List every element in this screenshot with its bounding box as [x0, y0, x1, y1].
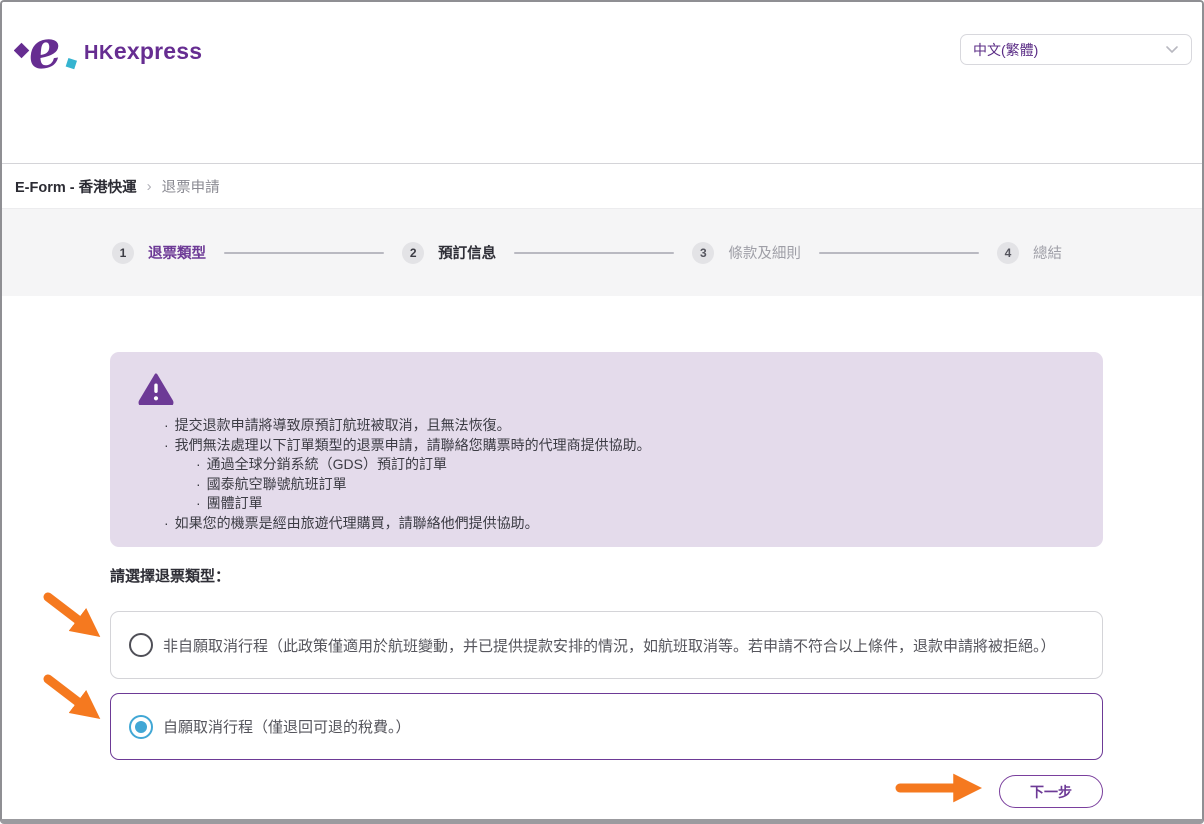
- bullet-icon: ·: [196, 456, 201, 472]
- page-frame: e HKexpress 中文(繁體) E-Form - 香港快運 › 退票申請: [0, 0, 1204, 824]
- step-connector: [224, 251, 385, 254]
- step-label: 退票類型: [148, 246, 206, 262]
- stepper-band: 1 退票類型 2 預訂信息 3 條款及細則 4 總結: [2, 208, 1202, 296]
- option-label: 自願取消行程（僅退回可退的稅費。）: [163, 719, 411, 736]
- warning-notice: · 提交退款申請將導致原預訂航班被取消，且無法恢復。 · 我們無法處理以下訂單類型的…: [110, 352, 1103, 547]
- hkexpress-logo[interactable]: e HK express: [13, 17, 202, 83]
- next-button[interactable]: 下一步: [999, 775, 1103, 808]
- bullet-icon: ·: [164, 417, 169, 433]
- language-selector-value: 中文(繁體): [973, 41, 1039, 58]
- brand-express: express: [113, 38, 203, 64]
- notice-item-text: 通過全球分銷系統（GDS）預訂的訂單: [206, 456, 448, 472]
- step-connector: [818, 251, 980, 254]
- notice-item-text: 團體訂單: [206, 495, 263, 511]
- bullet-icon: ·: [196, 475, 201, 492]
- radio-unselected-icon[interactable]: [129, 633, 153, 657]
- option-label: 非自願取消行程（此政策僅適用於航班變動，并已提供提款安排的情況，如航班取消等。若…: [163, 637, 1056, 655]
- svg-text:e: e: [24, 20, 65, 78]
- step-connector: [514, 251, 675, 254]
- chevron-down-icon: [1165, 41, 1179, 59]
- breadcrumb: E-Form - 香港快運 › 退票申請: [2, 164, 1202, 208]
- header: e HK express 中文(繁體): [2, 2, 1202, 163]
- brand-wordmark: HK express: [84, 38, 202, 65]
- breadcrumb-root[interactable]: E-Form - 香港快運: [15, 176, 137, 197]
- step-number: 1: [112, 241, 134, 264]
- notice-item-text: 國泰航空聯號航班訂單: [206, 475, 347, 492]
- notice-item: · 國泰航空聯號航班訂單: [196, 475, 1073, 495]
- step-label: 預訂信息: [438, 246, 497, 262]
- step-number: 3: [692, 241, 715, 264]
- notice-item: · 提交退款申請將導致原預訂航班被取消，且無法恢復。: [164, 416, 1073, 436]
- notice-item: · 通過全球分銷系統（GDS）預訂的訂單: [196, 455, 1073, 475]
- radio-selected-icon[interactable]: [129, 714, 153, 739]
- breadcrumb-current: 退票申請: [161, 179, 220, 196]
- brand-hk: HK: [84, 42, 114, 64]
- radio-option-voluntary[interactable]: 自願取消行程（僅退回可退的稅費。）: [110, 693, 1103, 760]
- notice-item: · 我們無法處理以下訂單類型的退票申請，請聯絡您購票時的代理商提供協助。: [164, 436, 1073, 456]
- main-content: · 提交退款申請將導致原預訂航班被取消，且無法恢復。 · 我們無法處理以下訂單類型的…: [2, 352, 1202, 808]
- bullet-icon: ·: [164, 436, 169, 453]
- step-label: 條款及細則: [728, 246, 801, 262]
- warning-triangle-icon: [138, 373, 174, 409]
- bullet-icon: ·: [164, 514, 169, 531]
- notice-item-text: 我們無法處理以下訂單類型的退票申請，請聯絡您購票時的代理商提供協助。: [174, 436, 651, 453]
- notice-item-text: 提交退款申請將導致原預訂航班被取消，且無法恢復。: [174, 417, 511, 433]
- notice-list: · 提交退款申請將導致原預訂航班被取消，且無法恢復。 · 我們無法處理以下訂單類型的…: [138, 416, 1073, 533]
- stepper: 1 退票類型 2 預訂信息 3 條款及細則 4 總結: [2, 209, 1202, 296]
- step-refund-type: 1 退票類型: [112, 241, 206, 264]
- step-booking-info: 2 預訂信息: [402, 241, 497, 264]
- step-number: 4: [997, 241, 1020, 264]
- radio-option-involuntary[interactable]: 非自願取消行程（此政策僅適用於航班變動，并已提供提款安排的情況，如航班取消等。若…: [110, 611, 1103, 679]
- notice-item: · 如果您的機票是經由旅遊代理購買，請聯絡他們提供協助。: [164, 514, 1073, 534]
- hkexpress-e-mark-icon: e: [13, 17, 82, 83]
- actions-row: 下一步: [110, 775, 1103, 808]
- bullet-icon: ·: [196, 495, 201, 511]
- notice-item-text: 如果您的機票是經由旅遊代理購買，請聯絡他們提供協助。: [174, 514, 539, 531]
- notice-item: · 團體訂單: [196, 494, 1073, 514]
- step-summary: 4 總結: [997, 241, 1063, 264]
- breadcrumb-separator-icon: ›: [146, 177, 152, 195]
- language-selector[interactable]: 中文(繁體): [960, 34, 1192, 65]
- step-terms: 3 條款及細則: [692, 241, 801, 264]
- step-label: 總結: [1033, 246, 1063, 262]
- refund-type-prompt: 請選擇退票類型：: [110, 568, 231, 585]
- step-number: 2: [402, 241, 425, 264]
